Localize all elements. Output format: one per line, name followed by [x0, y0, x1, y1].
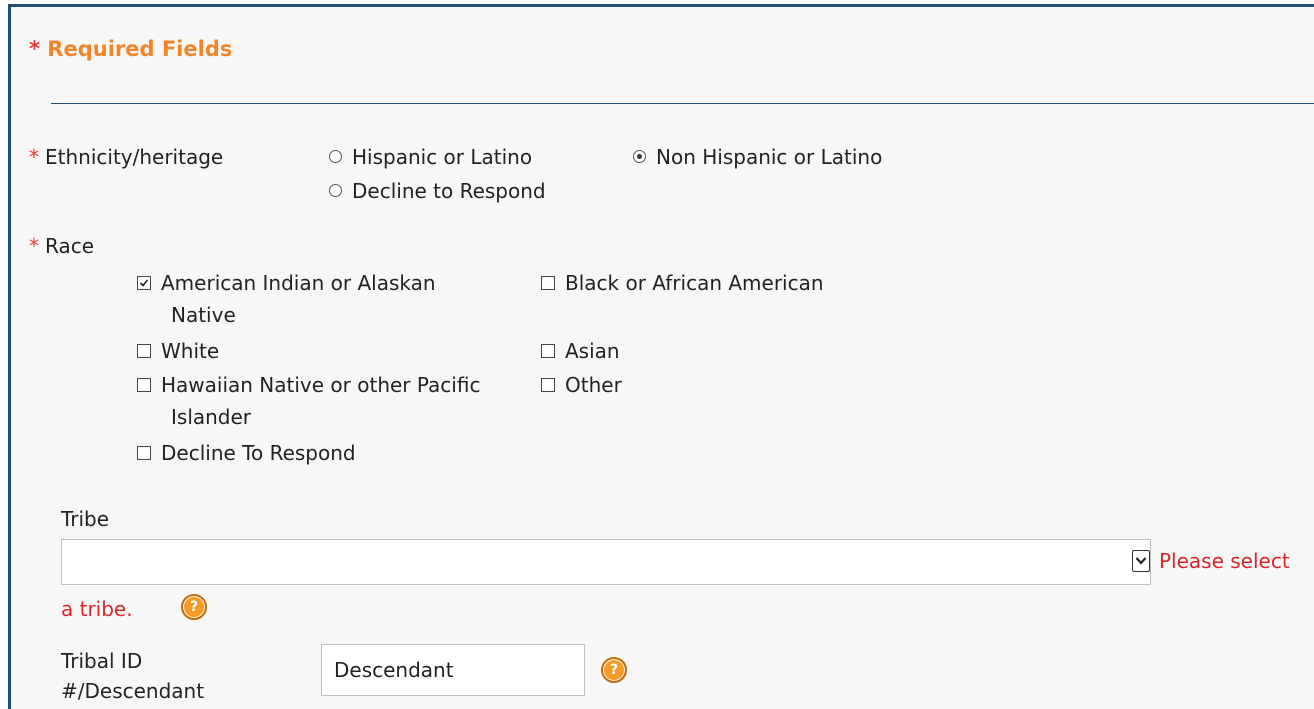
tribe-label: Tribe	[61, 507, 110, 531]
race-option-black[interactable]: Black or African American	[541, 271, 824, 295]
ethnicity-option-label: Decline to Respond	[352, 179, 546, 203]
radio-button[interactable]	[329, 184, 342, 197]
tribal-id-label: Tribal ID #/Descendant	[61, 649, 204, 703]
ethnicity-label-text: Ethnicity/heritage	[45, 145, 224, 169]
race-label: * Race	[29, 234, 94, 258]
checkbox[interactable]	[541, 377, 555, 392]
race-label-text: Race	[45, 234, 95, 258]
ethnicity-option-hispanic[interactable]: Hispanic or Latino	[329, 145, 532, 169]
chevron-down-icon[interactable]	[1132, 550, 1150, 572]
race-option-label: American Indian or Alaskan Native	[161, 271, 436, 327]
race-option-label: Other	[565, 373, 622, 397]
radio-button[interactable]	[329, 150, 342, 163]
ethnicity-label: * Ethnicity/heritage	[29, 145, 223, 169]
race-option-hawaiian[interactable]: Hawaiian Native or other Pacific Islande…	[137, 373, 497, 433]
required-star: *	[29, 37, 40, 61]
checkmark-icon	[139, 278, 149, 287]
tribe-error-message-continued: a tribe.	[61, 597, 133, 621]
race-option-label: Decline To Respond	[161, 441, 356, 465]
ethnicity-option-label: Non Hispanic or Latino	[656, 145, 883, 169]
race-option-label: Hawaiian Native or other Pacific Islande…	[161, 373, 481, 429]
tribal-id-label-line1: Tribal ID	[61, 649, 143, 673]
checkbox[interactable]	[137, 377, 151, 392]
form-panel: * Required Fields * Ethnicity/heritage Hi…	[8, 4, 1314, 709]
race-option-white[interactable]: White	[137, 339, 219, 363]
help-icon[interactable]: ?	[181, 594, 207, 620]
help-icon[interactable]: ?	[601, 657, 627, 683]
ethnicity-option-label: Hispanic or Latino	[352, 145, 533, 169]
race-option-label: Black or African American	[565, 271, 824, 295]
checkbox[interactable]	[137, 445, 151, 460]
ethnicity-option-decline[interactable]: Decline to Respond	[329, 179, 546, 203]
required-fields-text: Required Fields	[47, 37, 233, 61]
tribe-select[interactable]	[61, 539, 1151, 585]
checkbox[interactable]	[137, 343, 151, 358]
divider	[51, 103, 1314, 104]
checkbox[interactable]	[541, 343, 555, 358]
required-fields-heading: * Required Fields	[29, 37, 232, 61]
radio-button-selected[interactable]	[633, 150, 646, 163]
race-option-asian[interactable]: Asian	[541, 339, 620, 363]
tribe-error-message: Please select	[1159, 549, 1290, 573]
checkbox-checked[interactable]	[137, 275, 151, 290]
tribal-id-input[interactable]	[321, 644, 585, 696]
required-star: *	[29, 234, 39, 258]
checkbox[interactable]	[541, 275, 555, 290]
race-option-label: White	[161, 339, 220, 363]
ethnicity-option-non-hispanic[interactable]: Non Hispanic or Latino	[633, 145, 882, 169]
race-option-decline[interactable]: Decline To Respond	[137, 441, 356, 465]
race-option-american-indian[interactable]: American Indian or Alaskan Native	[137, 271, 497, 331]
required-star: *	[29, 145, 39, 169]
race-option-other[interactable]: Other	[541, 373, 622, 397]
race-option-label: Asian	[565, 339, 620, 363]
tribal-id-label-line2: #/Descendant	[61, 679, 205, 703]
